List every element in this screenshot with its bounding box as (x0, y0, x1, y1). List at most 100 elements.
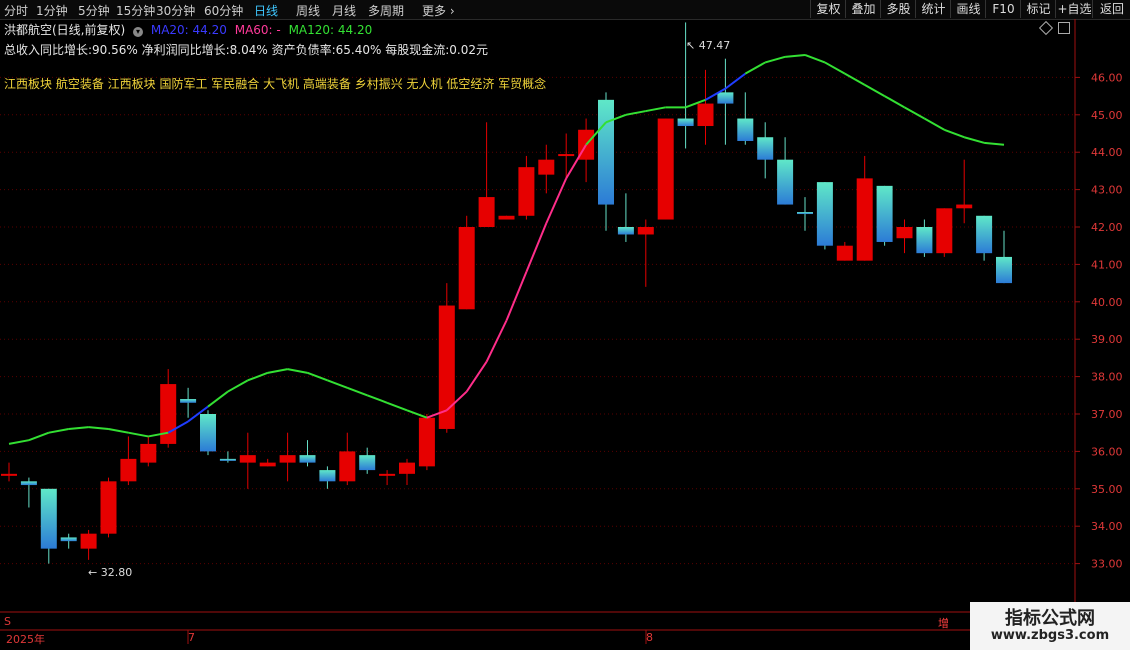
ma-line-segment (68, 426, 89, 430)
candle-body (816, 182, 833, 246)
ma-line-segment (963, 136, 985, 144)
ma-line-segment (227, 379, 249, 393)
zeng-marker: 增 (938, 617, 949, 630)
candle-body (956, 204, 973, 209)
watermark-url: www.zbgs3.com (990, 628, 1110, 643)
ma-line-segment (386, 401, 408, 412)
candle-body (936, 208, 953, 254)
ma-line-segment (724, 72, 746, 90)
y-tick-label: 37.00 (1091, 408, 1123, 421)
ma-line-segment (48, 427, 69, 434)
ma-line-segment (864, 84, 886, 97)
ma-line-segment (505, 271, 528, 321)
ma-line-segment (406, 409, 428, 419)
ma-line-segment (923, 117, 945, 131)
month-7-label: 7 (188, 631, 195, 644)
candle-body (399, 462, 415, 474)
candle-body (717, 92, 734, 104)
candle-body (60, 537, 77, 542)
ma-line-segment (884, 95, 905, 109)
ma-line-segment (764, 55, 786, 64)
ma-line-segment (88, 426, 109, 430)
ma-line-segment (8, 439, 30, 445)
candle-body (996, 256, 1012, 284)
candle-body (180, 399, 197, 403)
candle-body (677, 118, 694, 127)
y-tick-label: 34.00 (1091, 520, 1123, 533)
candlestick-chart: 33.00 34.00 35.00 36.00 37.00 38.00 39.00 40.00… (0, 19, 1130, 644)
ma-line-segment (744, 61, 766, 75)
candle-body (279, 455, 296, 463)
ma-line-segment (128, 431, 149, 438)
candle-body (160, 384, 177, 444)
candle-body (299, 455, 316, 463)
ma-line-segment (804, 54, 826, 64)
ma-line-segment (785, 53, 806, 58)
candle-body (737, 118, 754, 141)
y-tick-label: 46.00 (1091, 71, 1123, 84)
candle-body (200, 414, 216, 452)
candle-body (797, 212, 813, 215)
ma-line-segment (824, 61, 846, 75)
ma-line-segment (267, 368, 288, 374)
ma-line-segment (904, 106, 925, 120)
candle-body (259, 462, 276, 467)
y-tick-label: 38.00 (1091, 371, 1123, 384)
candle-body (319, 470, 336, 482)
ma-line-segment (327, 379, 348, 389)
y-tick-label: 44.00 (1091, 146, 1123, 159)
ma-line-segment (565, 144, 587, 179)
candle-body (239, 455, 256, 463)
ma-line-segment (108, 427, 129, 434)
ma-line-segment (943, 128, 965, 139)
y-tick-label: 45.00 (1091, 109, 1123, 122)
candle-body (836, 245, 853, 261)
ma-line-segment (346, 386, 368, 397)
candle-body (40, 488, 57, 549)
y-tick-label: 36.00 (1091, 445, 1123, 458)
candle-body (359, 455, 376, 471)
candle-body (518, 167, 535, 216)
candle-body (876, 185, 893, 242)
candle-body (140, 443, 157, 463)
ma-line-segment (28, 431, 50, 442)
low-annotation: ← 32.80 (88, 566, 133, 579)
ma-line-segment (207, 390, 229, 408)
candle-body (617, 227, 634, 235)
candle-body (896, 227, 913, 239)
y-tick-label: 43.00 (1091, 184, 1123, 197)
candle-body (80, 533, 97, 549)
ma-line-segment (844, 72, 866, 86)
month-8-label: 8 (646, 631, 653, 644)
y-tick-label: 40.00 (1091, 296, 1123, 309)
watermark: 指标公式网 www.zbgs3.com (970, 602, 1130, 650)
high-annotation: ↖ 47.47 (686, 39, 731, 52)
candle-body (697, 103, 714, 127)
candle-body (558, 154, 575, 157)
watermark-title: 指标公式网 (1005, 608, 1095, 629)
candle-body (20, 481, 37, 486)
y-tick-label: 42.00 (1091, 221, 1123, 234)
year-label: 2025年 (6, 633, 45, 646)
candle-body (757, 137, 774, 160)
candle-body (657, 118, 674, 220)
ma-line-segment (645, 106, 666, 113)
ma-line-segment (366, 394, 388, 404)
candle-body (777, 159, 794, 205)
candle-body (598, 99, 614, 205)
candle-body (1, 473, 17, 476)
ma-line-segment (625, 110, 646, 116)
candle-body (100, 481, 117, 534)
candle-body (538, 159, 555, 175)
candle-body (219, 458, 236, 461)
candle-body (458, 227, 475, 310)
y-tick-label: 35.00 (1091, 483, 1123, 496)
candle-body (976, 215, 993, 254)
s-marker: S (4, 615, 11, 628)
y-tick-label: 33.00 (1091, 558, 1123, 571)
candle-body (379, 473, 396, 476)
candle-body (120, 458, 137, 482)
y-tick-label: 39.00 (1091, 333, 1123, 346)
candle-body (856, 178, 873, 261)
candle-body (498, 215, 515, 220)
